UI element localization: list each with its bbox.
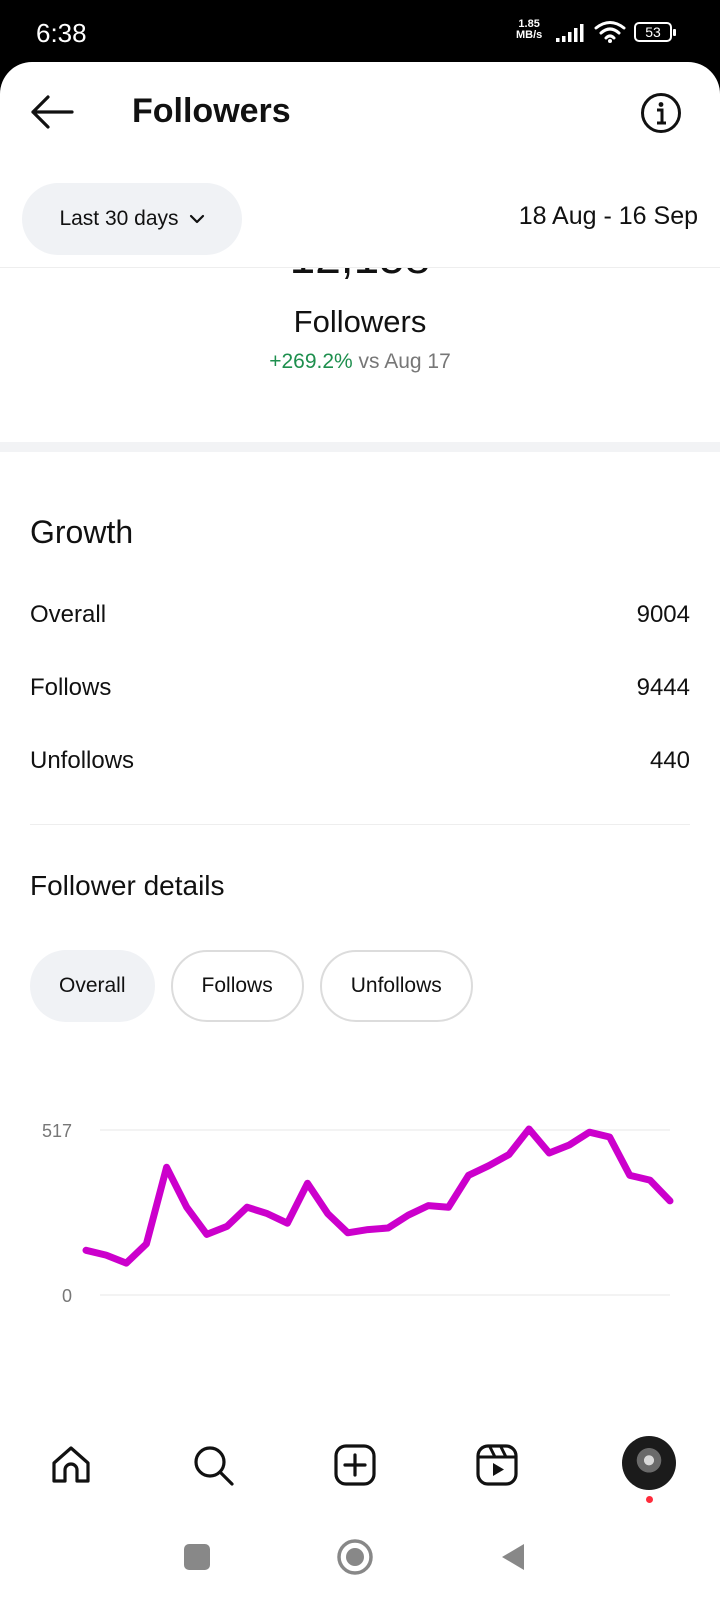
growth-row-follows: Follows 9444 — [30, 674, 690, 701]
notification-dot — [646, 1496, 653, 1503]
date-range-text: 18 Aug - 16 Sep — [518, 202, 698, 230]
home-icon — [52, 1446, 90, 1483]
status-bar: 6:38 1.85 MB/s 53 — [0, 0, 720, 64]
info-icon[interactable] — [640, 92, 682, 134]
y-tick-label: 517 — [42, 1121, 72, 1141]
top-bar: Followers — [0, 62, 720, 162]
date-range-dropdown[interactable]: Last 30 days — [22, 183, 242, 255]
nav-search[interactable] — [188, 1440, 238, 1490]
date-range-dropdown-label: Last 30 days — [59, 207, 179, 230]
system-navigation — [0, 1512, 720, 1600]
details-filter-chips: Overall Follows Unfollows — [30, 950, 473, 1022]
search-icon — [194, 1446, 234, 1486]
app-screen: Followers Last 30 days 18 Aug - 16 Sep 1… — [0, 62, 720, 1600]
follower-line-chart: 5170-51717 A31 A15 S — [42, 1121, 674, 1306]
nav-home[interactable] — [46, 1440, 96, 1490]
total-followers-clip: 12,158 — [0, 268, 720, 290]
create-icon — [334, 1444, 376, 1486]
chevron-down-icon — [189, 214, 204, 224]
home-circle-button[interactable] — [336, 1538, 374, 1576]
change-percent: +269.2% — [269, 350, 353, 373]
follower-change: +269.2% vs Aug 17 — [0, 350, 720, 374]
net-speed: 1.85 MB/s — [516, 18, 543, 41]
growth-row-overall: Overall 9004 — [30, 601, 690, 628]
followers-label: Followers — [293, 304, 427, 339]
series-line-overall — [82, 1125, 674, 1267]
follower-details-title: Follower details — [30, 870, 225, 901]
page-title: Followers — [132, 92, 291, 130]
y-tick-label: 0 — [62, 1286, 72, 1306]
wifi-icon — [594, 21, 626, 43]
profile-avatar[interactable] — [622, 1436, 676, 1490]
signal-icon — [556, 24, 584, 42]
change-comparison: vs Aug 17 — [358, 350, 451, 373]
back-triangle-button[interactable] — [500, 1542, 526, 1572]
back-arrow-icon[interactable] — [28, 92, 74, 132]
nav-reels[interactable] — [472, 1440, 522, 1490]
total-followers-count: 12,158 — [0, 268, 720, 284]
battery-indicator: 53 — [634, 22, 676, 42]
divider — [30, 824, 690, 825]
growth-row-unfollows: Unfollows 440 — [30, 747, 690, 774]
reels-icon — [476, 1444, 518, 1486]
recent-apps-button[interactable] — [184, 1544, 210, 1570]
bottom-navigation — [0, 1422, 720, 1512]
nav-create[interactable] — [330, 1440, 380, 1490]
status-time: 6:38 — [36, 18, 87, 48]
chip-unfollows[interactable]: Unfollows — [319, 950, 473, 1022]
growth-title: Growth — [30, 514, 134, 550]
chip-follows[interactable]: Follows — [170, 950, 304, 1022]
chip-overall[interactable]: Overall — [30, 950, 155, 1022]
section-separator — [0, 442, 720, 452]
